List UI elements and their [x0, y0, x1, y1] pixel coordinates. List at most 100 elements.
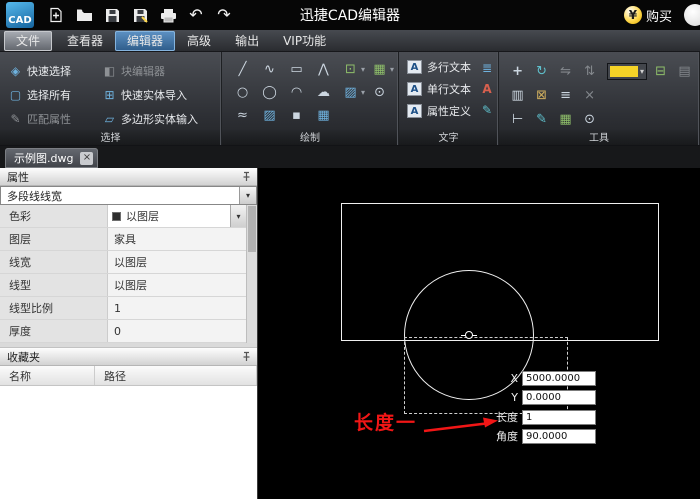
attribute-define-label: 属性定义: [427, 105, 472, 118]
save-as-icon: [133, 8, 148, 23]
quick-select-button[interactable]: ◈ 快速选择: [6, 59, 100, 83]
block-editor-button[interactable]: ◧ 块编辑器: [100, 59, 218, 83]
menu-viewer[interactable]: 查看器: [55, 31, 115, 51]
y-input[interactable]: [522, 389, 596, 405]
array-tool-icon[interactable]: ▦: [367, 59, 392, 79]
attribute-define-button[interactable]: A 属性定义: [407, 103, 471, 119]
polyline-tool-icon[interactable]: ⋀: [311, 59, 336, 79]
color-picker-dropdown[interactable]: ▾: [607, 62, 648, 80]
block-tool-icon[interactable]: ⊠: [531, 85, 552, 105]
insert-block-dropdown-icon[interactable]: ▾: [361, 65, 365, 74]
properties-scrollbar[interactable]: [246, 205, 257, 343]
revision-cloud-tool-icon[interactable]: ☁: [311, 82, 336, 102]
save-button[interactable]: [99, 3, 125, 27]
open-file-button[interactable]: [71, 3, 97, 27]
grip-circle: [465, 331, 473, 339]
circle-tool-icon[interactable]: ○: [230, 82, 255, 102]
spline-tool-icon[interactable]: ∿: [257, 59, 282, 79]
hatch-dropdown-icon[interactable]: ▾: [361, 88, 365, 97]
gradient-hatch-tool-icon[interactable]: ▨: [257, 105, 282, 125]
text-style-icon[interactable]: ✎: [478, 102, 496, 117]
multiline-text-button[interactable]: A 多行文本: [407, 59, 471, 75]
property-value[interactable]: 0: [108, 320, 246, 342]
center-grip-point[interactable]: [461, 331, 477, 341]
quick-entity-import-button[interactable]: ⊞ 快速实体导入: [100, 83, 218, 107]
pin-icon[interactable]: [241, 171, 252, 182]
clipboard-tool-icon[interactable]: ▥: [507, 85, 528, 105]
rotate-tool-icon[interactable]: ↻: [531, 61, 552, 81]
paste-tool-icon[interactable]: ▤: [674, 61, 695, 81]
menu-output[interactable]: 输出: [223, 31, 271, 51]
menu-advanced[interactable]: 高级: [175, 31, 223, 51]
erase-tool-icon[interactable]: ×: [579, 85, 600, 105]
buy-button[interactable]: ¥ 购买: [623, 6, 672, 25]
rectangle-tool-icon[interactable]: ▭: [284, 59, 309, 79]
line-tool-icon[interactable]: ╱: [230, 59, 255, 79]
color-value-dropdown[interactable]: 以图层 ▾: [108, 205, 246, 227]
angle-label: 角度: [496, 430, 518, 443]
edit-text-icon[interactable]: A: [478, 81, 496, 96]
drawing-canvas[interactable]: X Y 长度 角度 长度一: [258, 168, 700, 499]
pin-icon[interactable]: [241, 351, 252, 362]
menubar: 文件 查看器 编辑器 高级 输出 VIP功能: [0, 30, 700, 52]
arc-tool-icon[interactable]: ◠: [284, 82, 309, 102]
chevron-down-icon[interactable]: ▾: [230, 205, 246, 227]
copy-tool-icon[interactable]: ⊟: [650, 61, 671, 81]
favorites-column-name[interactable]: 名称: [0, 366, 95, 385]
color-dropdown-icon: ▾: [640, 66, 645, 76]
undo-button[interactable]: ↶: [183, 3, 209, 27]
sketch-tool-icon[interactable]: ≈: [230, 105, 255, 125]
undo-icon: ↶: [189, 5, 203, 24]
donut-tool-icon[interactable]: ⊙: [367, 82, 392, 102]
insert-block-tool-icon[interactable]: ⊡: [338, 59, 363, 79]
offset-tool-icon[interactable]: ⇅: [579, 61, 600, 81]
edit-pencil-tool-icon[interactable]: ✎: [531, 109, 552, 129]
array-dropdown-icon[interactable]: ▾: [390, 65, 394, 74]
mirror-tool-icon[interactable]: ⇋: [555, 61, 576, 81]
match-properties-button[interactable]: ✎ 匹配属性: [6, 107, 100, 131]
support-icon[interactable]: [684, 4, 700, 26]
table-export-tool-icon[interactable]: ▦: [555, 109, 576, 129]
property-label: 厚度: [0, 320, 108, 342]
point-tool-icon[interactable]: ▪: [284, 105, 309, 125]
save-as-button[interactable]: [127, 3, 153, 27]
properties-title: 属性: [7, 170, 29, 184]
titlebar: CAD ↶ ↷ 迅捷CAD编辑器 ¥ 购买: [0, 0, 700, 30]
favorites-list[interactable]: [0, 386, 257, 499]
menu-file[interactable]: 文件: [4, 30, 53, 51]
logo-text: CAD: [8, 15, 32, 26]
property-value[interactable]: 1: [108, 297, 246, 319]
table-tool-icon[interactable]: ▦: [311, 105, 336, 125]
measure-tool-icon[interactable]: ⊢: [507, 109, 528, 129]
angle-input[interactable]: [522, 428, 596, 444]
property-value[interactable]: 以图层: [108, 251, 246, 273]
tab-close-icon[interactable]: ×: [80, 151, 94, 165]
menu-vip[interactable]: VIP功能: [271, 31, 338, 51]
property-row-layer: 图层 家具: [0, 228, 246, 251]
property-value[interactable]: 以图层: [108, 274, 246, 296]
entity-type-dropdown[interactable]: 多段线线宽 ▾: [0, 186, 257, 205]
layers-tool-icon[interactable]: ≡: [555, 85, 576, 105]
scrollbar-thumb[interactable]: [248, 206, 256, 252]
move-tool-icon[interactable]: +: [507, 61, 528, 81]
redo-button[interactable]: ↷: [211, 3, 237, 27]
select-all-button[interactable]: ▢ 选择所有: [6, 83, 100, 107]
ribbon-group-draw: ╱ ∿ ▭ ⋀ ⊡ ▾ ▦ ▾ ○ ◯ ◠ ☁ ▨ ▾ ⊙ ≈ ▨ ▪ ▦ 绘制: [222, 52, 400, 145]
hatch-tool-icon[interactable]: ▨: [338, 82, 363, 102]
cad-editor-window: CAD ↶ ↷ 迅捷CAD编辑器 ¥ 购买 文件 查看器 编辑器 高级 输出 V…: [0, 0, 700, 499]
ellipse-tool-icon[interactable]: ◯: [257, 82, 282, 102]
polygon-entity-input-button[interactable]: ▱ 多边形实体输入: [100, 107, 218, 131]
print-button[interactable]: [155, 3, 181, 27]
length-input[interactable]: [522, 409, 596, 425]
property-value[interactable]: 家具: [108, 228, 246, 250]
chevron-down-icon[interactable]: ▾: [239, 187, 256, 204]
document-tab[interactable]: 示例图.dwg ×: [5, 148, 99, 168]
favorites-column-path[interactable]: 路径: [95, 366, 257, 385]
singleline-text-button[interactable]: A 单行文本: [407, 81, 471, 97]
new-file-button[interactable]: [43, 3, 69, 27]
property-label: 线宽: [0, 251, 108, 273]
menu-editor[interactable]: 编辑器: [115, 30, 176, 51]
x-input[interactable]: [522, 370, 596, 386]
text-align-icon[interactable]: ≣: [478, 60, 496, 75]
donut-tool2-icon[interactable]: ⊙: [579, 109, 600, 129]
